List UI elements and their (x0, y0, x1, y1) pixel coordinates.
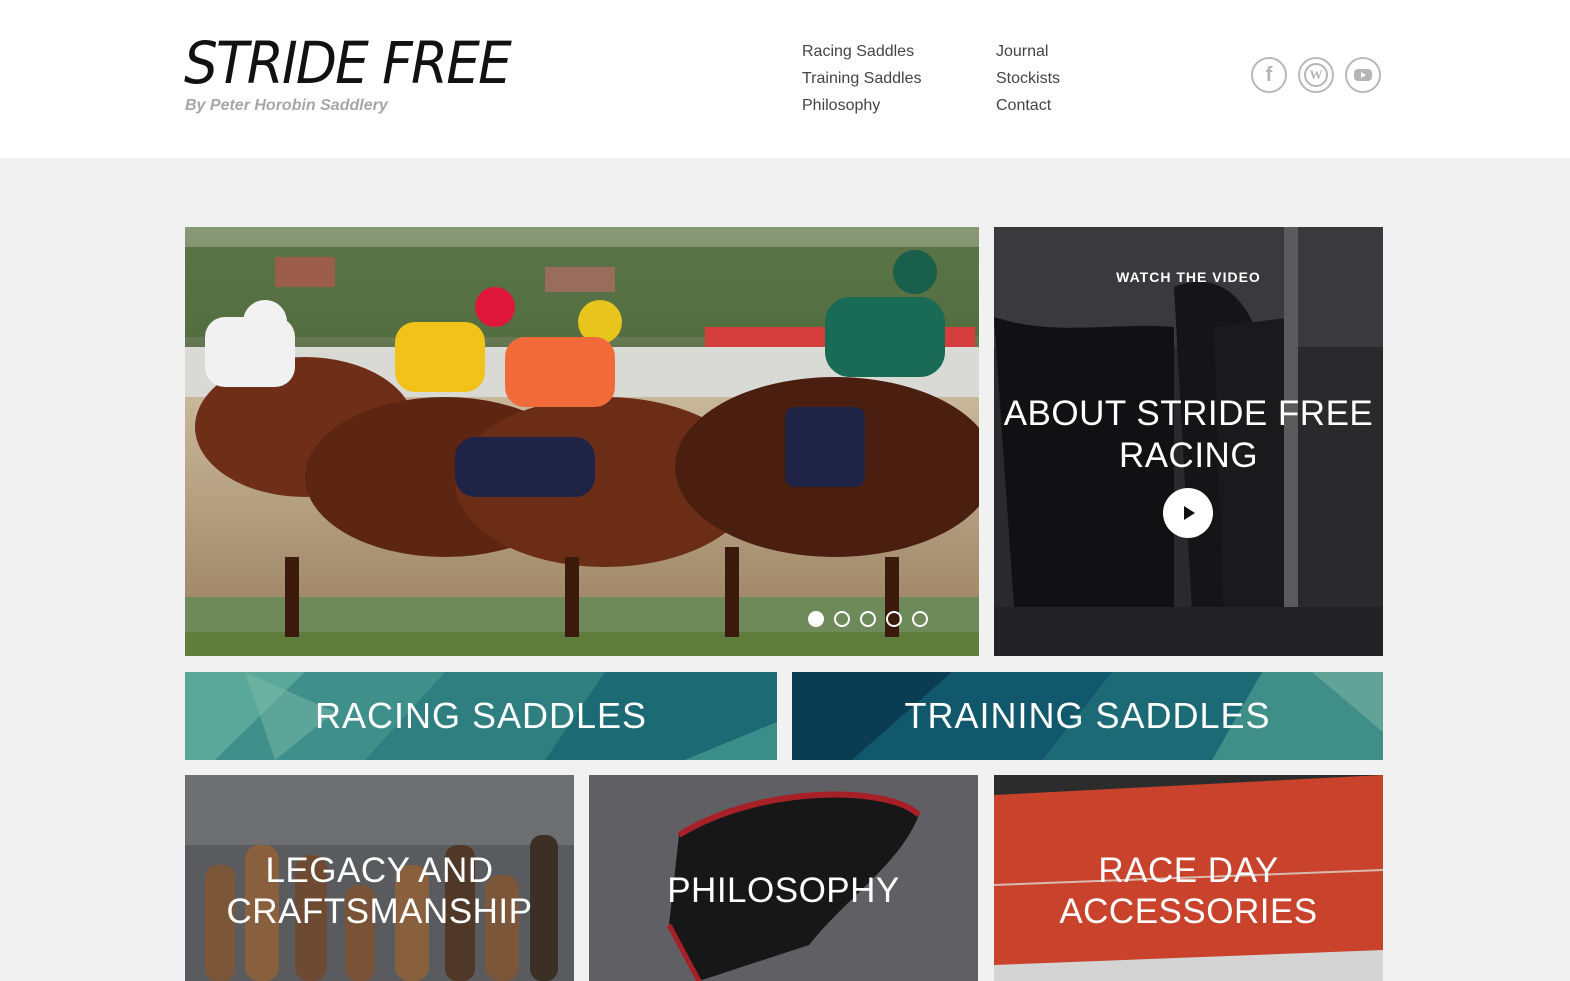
play-icon (1184, 506, 1195, 520)
facebook-icon: f (1265, 63, 1273, 86)
legacy-tile[interactable]: LEGACY AND CRAFTSMANSHIP (185, 775, 574, 981)
logo[interactable]: STRIDE FREE (184, 30, 512, 96)
training-saddles-banner[interactable]: TRAINING SADDLES (792, 672, 1383, 760)
slider-dot-2[interactable] (834, 611, 850, 627)
training-saddles-label: TRAINING SADDLES (904, 695, 1271, 736)
hero-photo (185, 227, 979, 656)
nav-link-philosophy[interactable]: Philosophy (802, 92, 921, 119)
slider-dot-1[interactable] (808, 611, 824, 627)
nav-link-contact[interactable]: Contact (996, 92, 1060, 119)
main-nav-column-2: Journal Stockists Contact (996, 38, 1060, 119)
hero-slider[interactable] (185, 227, 979, 656)
site-header: STRIDE FREE By Peter Horobin Saddlery Ra… (0, 0, 1570, 158)
video-title: ABOUT STRIDE FREE RACING (1003, 394, 1374, 475)
nav-link-racing-saddles[interactable]: Racing Saddles (802, 38, 921, 65)
video-panel[interactable]: WATCH THE VIDEO ABOUT STRIDE FREE RACING (994, 227, 1383, 656)
philosophy-tile[interactable]: PHILOSOPHY (589, 775, 978, 981)
accessories-tile[interactable]: RACE DAY ACCESSORIES (994, 775, 1383, 981)
main-nav-column-1: Racing Saddles Training Saddles Philosop… (802, 38, 921, 119)
logo-byline: By Peter Horobin Saddlery (185, 97, 388, 114)
slider-dot-4[interactable] (886, 611, 902, 627)
youtube-icon (1354, 69, 1372, 81)
slider-dot-5[interactable] (912, 611, 928, 627)
slider-dot-3[interactable] (860, 611, 876, 627)
racing-saddles-label: RACING SADDLES (314, 695, 648, 736)
nav-link-stockists[interactable]: Stockists (996, 65, 1060, 92)
racing-saddles-banner[interactable]: RACING SADDLES (185, 672, 777, 760)
accessories-label: RACE DAY ACCESSORIES (1059, 851, 1318, 931)
youtube-link[interactable] (1345, 57, 1381, 93)
slider-dots (808, 611, 928, 627)
philosophy-label: PHILOSOPHY (667, 871, 900, 910)
wordpress-link[interactable]: W (1298, 57, 1334, 93)
play-button[interactable] (1163, 488, 1213, 538)
facebook-link[interactable]: f (1251, 57, 1287, 93)
nav-link-training-saddles[interactable]: Training Saddles (802, 65, 921, 92)
legacy-label: LEGACY AND CRAFTSMANSHIP (226, 851, 533, 931)
nav-link-journal[interactable]: Journal (996, 38, 1060, 65)
wordpress-icon: W (1304, 63, 1328, 87)
video-kicker: WATCH THE VIDEO (1116, 269, 1261, 285)
